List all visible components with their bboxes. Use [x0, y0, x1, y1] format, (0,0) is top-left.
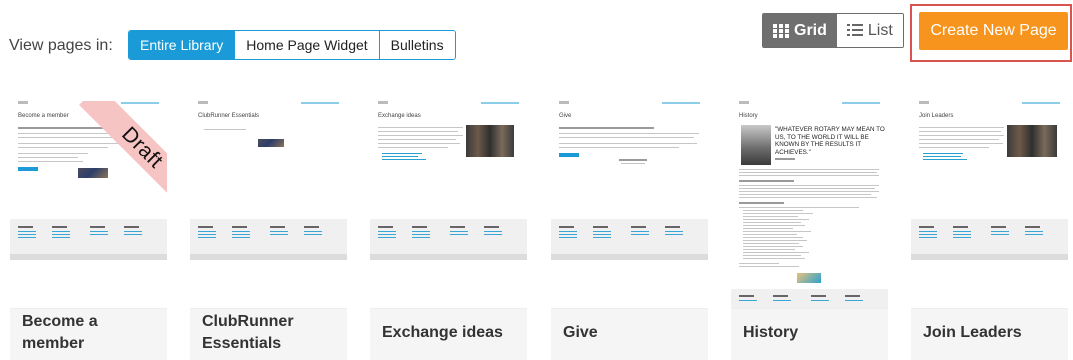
- page-card-join-leaders[interactable]: Join Leaders Join Leaders: [911, 101, 1068, 360]
- view-pages-label: View pages in:: [9, 37, 113, 54]
- page-thumbnail: History "WHATEVER ROTARY MAY MEAN TO US,…: [731, 101, 888, 309]
- page-card-title: Give: [563, 323, 598, 341]
- thumbnail-title: ClubRunner Essentials: [198, 113, 260, 119]
- grid-view-label: Grid: [794, 21, 827, 39]
- thumbnail-title: Give: [559, 113, 572, 119]
- grid-view-button[interactable]: Grid: [763, 14, 837, 47]
- page-card-exchange-ideas[interactable]: Exchange ideas Exchange ideas: [370, 101, 527, 360]
- thumbnail-title: Join Leaders: [919, 113, 954, 119]
- page-thumbnail: ClubRunner Essentials: [190, 101, 347, 309]
- page-card-give[interactable]: Give Give: [551, 101, 708, 360]
- page-card-title: ClubRunner Essentials: [202, 312, 294, 352]
- thumbnail-quote: "WHATEVER ROTARY MAY MEAN TO US, TO THE …: [775, 126, 885, 156]
- filter-home-page-widget[interactable]: Home Page Widget: [235, 31, 380, 59]
- page-card-title: Join Leaders: [923, 323, 1022, 341]
- thumbnail-title: Become a member: [18, 113, 69, 119]
- page-card-history[interactable]: History "WHATEVER ROTARY MAY MEAN TO US,…: [731, 101, 888, 360]
- page-thumbnail: Exchange ideas: [370, 101, 527, 309]
- list-view-button[interactable]: List: [836, 14, 903, 47]
- page-card-clubrunner-essentials[interactable]: ClubRunner Essentials ClubRunner Essenti…: [190, 101, 347, 360]
- page-card-become-a-member[interactable]: Become a member Draft Become a member: [10, 101, 167, 360]
- list-icon: [846, 24, 863, 36]
- filter-entire-library[interactable]: Entire Library: [129, 31, 236, 59]
- list-view-label: List: [867, 21, 893, 39]
- library-filter: Entire Library Home Page Widget Bulletin…: [128, 30, 456, 60]
- page-thumbnail: Become a member Draft: [10, 101, 167, 309]
- thumbnail-title: History: [739, 113, 758, 119]
- page-card-title: Exchange ideas: [382, 323, 503, 341]
- thumbnail-title: Exchange ideas: [378, 113, 421, 119]
- filter-bulletins[interactable]: Bulletins: [379, 31, 455, 59]
- page-thumbnail: Join Leaders: [911, 101, 1068, 309]
- view-toggle: Grid List: [762, 13, 904, 48]
- grid-icon: [773, 23, 789, 38]
- page-card-title: History: [743, 323, 799, 341]
- page-thumbnail: Give: [551, 101, 708, 309]
- draft-ribbon: Draft: [79, 101, 167, 211]
- page-card-title: Become a member: [22, 312, 98, 352]
- create-new-page-button[interactable]: Create New Page: [919, 12, 1068, 50]
